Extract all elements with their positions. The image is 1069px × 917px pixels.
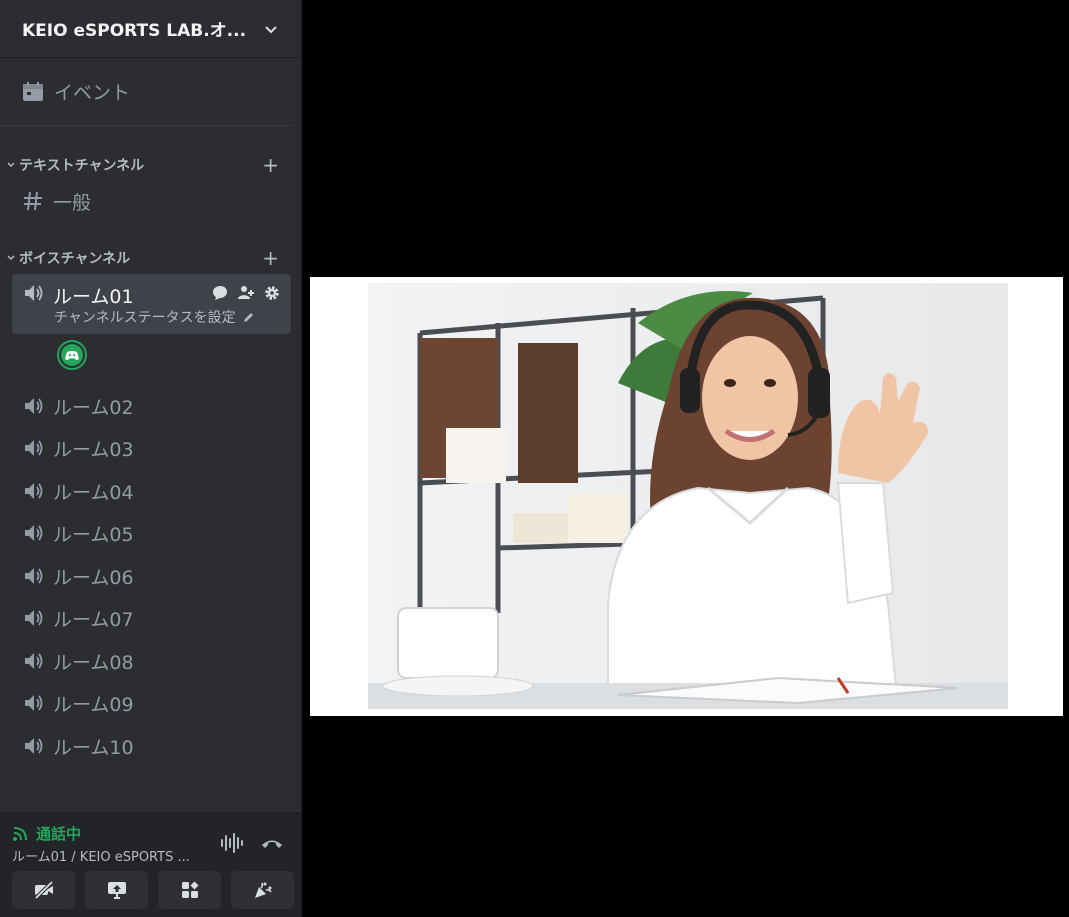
voice-channel-name: ルーム07 (53, 608, 134, 631)
discord-logo-icon (61, 344, 83, 366)
voice-category-toggle[interactable]: ボイスチャンネル (6, 248, 130, 268)
disconnect-icon[interactable] (260, 831, 284, 855)
voice-channel-room09[interactable]: ルーム09 (12, 685, 291, 721)
hash-icon (24, 191, 42, 211)
add-voice-channel-button[interactable]: + (262, 248, 279, 268)
voice-channel-name: ルーム05 (53, 523, 134, 546)
server-header[interactable]: KEIO eSPORTS LAB.オ... (0, 0, 301, 58)
speaker-icon (25, 398, 43, 414)
server-name: KEIO eSPORTS LAB.オ... (22, 21, 247, 41)
channel-status-placeholder: チャンネルステータスを設定 (54, 310, 236, 326)
chevron-down-icon (7, 255, 15, 261)
camera-toggle-button[interactable] (12, 871, 75, 909)
voice-channel-name: ルーム08 (53, 651, 134, 674)
gear-icon[interactable] (263, 284, 281, 302)
video-stage (310, 277, 1063, 716)
voice-channel-name: ルーム04 (53, 481, 134, 504)
voice-channel-category: ボイスチャンネル + (6, 248, 279, 268)
pencil-icon (243, 312, 253, 322)
noise-suppression-icon[interactable] (220, 831, 244, 855)
speaker-icon (25, 568, 43, 584)
voice-channel-name: ルーム06 (53, 566, 134, 589)
voice-channel-room07[interactable]: ルーム07 (12, 600, 291, 636)
speaker-icon (25, 525, 43, 541)
speaker-icon (25, 440, 43, 456)
voice-channel-name: ルーム01 (53, 286, 134, 308)
voice-category-label: ボイスチャンネル (19, 251, 131, 267)
voice-action-buttons (12, 871, 294, 909)
speaker-icon (25, 695, 43, 711)
invite-member-icon[interactable] (237, 284, 255, 302)
voice-channel-name: ルーム02 (53, 396, 134, 419)
screen-share-button[interactable] (85, 871, 148, 909)
participant-avatar[interactable] (57, 340, 87, 370)
speaker-icon (25, 653, 43, 669)
voice-channel-room10[interactable]: ルーム10 (12, 728, 291, 764)
voice-channel-room08[interactable]: ルーム08 (12, 643, 291, 679)
voice-channel-room04[interactable]: ルーム04 (12, 473, 291, 509)
chat-bubble-icon[interactable] (211, 284, 229, 302)
speaker-icon (25, 738, 43, 754)
video-frame (368, 283, 1008, 709)
text-category-label: テキストチャンネル (19, 158, 145, 174)
voice-status[interactable]: 通話中 (12, 823, 81, 844)
soundboard-button[interactable] (231, 871, 294, 909)
calendar-icon (23, 81, 43, 101)
add-text-channel-button[interactable]: + (262, 155, 279, 175)
events-item[interactable]: イベント (0, 58, 293, 126)
voice-channel-name: ルーム10 (53, 736, 134, 759)
voice-channel-room06[interactable]: ルーム06 (12, 558, 291, 594)
voice-channel-room01[interactable]: ルーム01 チャンネルステータスを設定 (12, 274, 291, 334)
speaker-icon (25, 483, 43, 499)
speaker-icon (25, 610, 43, 626)
voice-location[interactable]: ルーム01 / KEIO eSPORTS ... (12, 846, 190, 865)
activities-icon (181, 881, 198, 898)
channel-sidebar: KEIO eSPORTS LAB.オ... イベント テキストチャンネル + 一… (0, 0, 302, 917)
speaker-icon (25, 285, 43, 301)
set-channel-status[interactable]: チャンネルステータスを設定 (54, 307, 255, 327)
voice-status-label: 通話中 (36, 825, 82, 843)
text-category-toggle[interactable]: テキストチャンネル (6, 155, 144, 175)
voice-connection-panel: 通話中 ルーム01 / KEIO eSPORTS ... (0, 812, 301, 917)
chevron-down-icon (265, 25, 277, 33)
voice-channel-room03[interactable]: ルーム03 (12, 430, 291, 466)
text-channel-category: テキストチャンネル + (6, 155, 279, 175)
camera-off-icon (34, 880, 53, 900)
soundboard-icon (254, 882, 272, 898)
chevron-down-icon (7, 162, 15, 168)
voice-channel-room02[interactable]: ルーム02 (12, 388, 291, 424)
channel-item-general[interactable]: 一般 (12, 183, 291, 219)
participant-video[interactable] (368, 283, 1008, 709)
voice-channel-name: ルーム03 (53, 438, 134, 461)
voice-channel-room05[interactable]: ルーム05 (12, 515, 291, 551)
activities-button[interactable] (158, 871, 221, 909)
voice-channel-name: ルーム09 (53, 693, 134, 716)
channel-name: 一般 (53, 191, 92, 214)
channel-actions (211, 284, 281, 302)
events-label: イベント (54, 82, 131, 104)
screen-share-icon (107, 882, 126, 899)
signal-icon (13, 826, 27, 841)
